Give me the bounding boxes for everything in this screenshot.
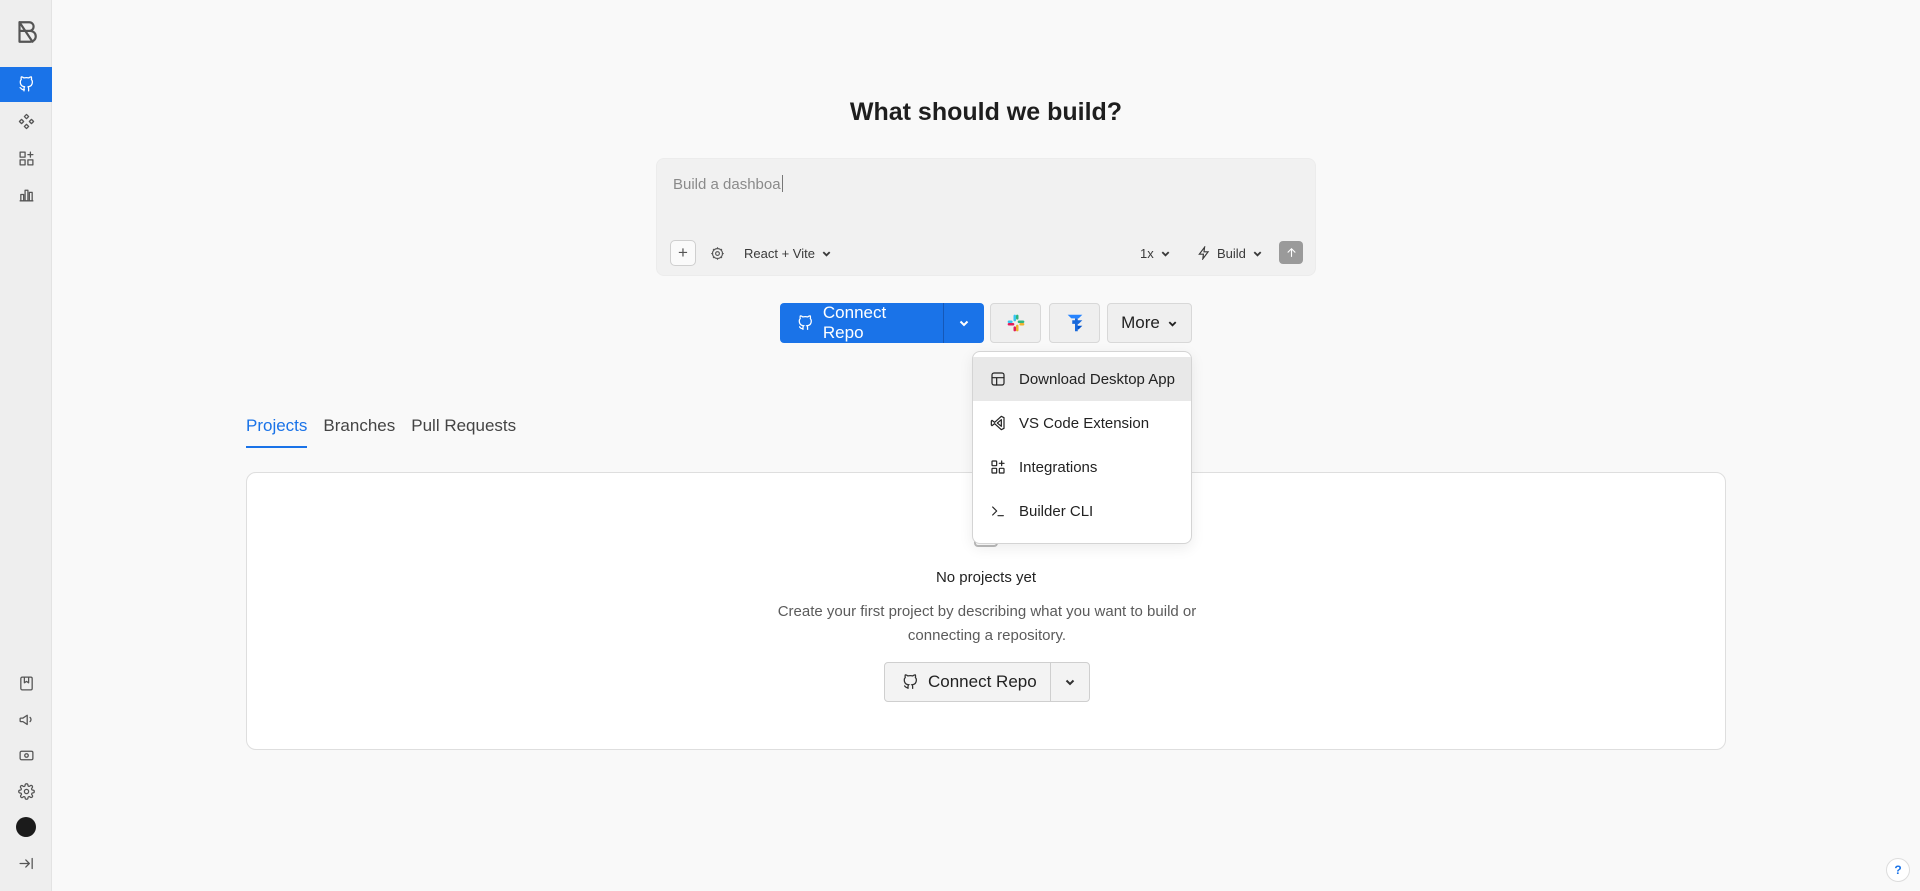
sidebar-item-docs[interactable] <box>0 666 52 700</box>
empty-connect-repo-dropdown-button[interactable] <box>1051 663 1089 701</box>
components-icon <box>18 113 34 129</box>
empty-state-title: No projects yet <box>935 569 1037 586</box>
chevron-down-icon <box>821 248 832 259</box>
sidebar-item-announcements[interactable] <box>0 702 52 736</box>
project-tabs: Projects Branches Pull Requests <box>246 416 516 448</box>
sidebar-collapse-button[interactable] <box>0 846 52 880</box>
avatar-image <box>16 817 36 837</box>
chevron-down-icon <box>1167 318 1178 329</box>
chevron-down-icon <box>958 317 970 329</box>
text-caret <box>781 175 783 192</box>
gear-icon <box>17 782 35 800</box>
empty-connect-repo-split-button: Connect Repo <box>884 662 1090 702</box>
sidebar-item-components[interactable] <box>0 104 52 138</box>
slack-icon <box>1007 314 1024 332</box>
send-button[interactable] <box>1279 241 1303 264</box>
page-title: What should we build? <box>849 98 1123 126</box>
framework-select[interactable]: React + Vite <box>744 243 832 263</box>
integrations-icon <box>991 460 1005 474</box>
menu-item-label: Builder CLI <box>1019 502 1094 520</box>
jira-icon <box>1067 314 1082 332</box>
tab-branches[interactable]: Branches <box>323 416 395 448</box>
empty-state-description: Create your first project by describing … <box>777 603 1197 644</box>
add-attachment-button[interactable]: + <box>670 240 696 266</box>
more-menu: Download Desktop App VS Code Extension I… <box>972 351 1192 544</box>
jira-button[interactable] <box>1049 303 1100 343</box>
apps-icon <box>18 150 34 166</box>
menu-item-vscode-extension[interactable]: VS Code Extension <box>973 401 1191 445</box>
arrow-up-icon <box>1286 247 1296 257</box>
connect-repo-dropdown-button[interactable] <box>944 303 984 343</box>
builder-logo-icon[interactable] <box>0 15 52 49</box>
chevron-down-icon <box>1252 248 1263 259</box>
prompt-input[interactable]: Build a dashboa <box>673 175 783 193</box>
menu-item-builder-cli[interactable]: Builder CLI <box>973 489 1191 533</box>
mode-select[interactable]: Build <box>1197 243 1263 263</box>
github-icon <box>18 76 33 92</box>
vscode-icon <box>990 415 1005 431</box>
empty-connect-repo-label: Connect Repo <box>928 672 1037 691</box>
collapse-arrow-icon <box>18 857 33 869</box>
tab-pull-requests[interactable]: Pull Requests <box>411 416 516 448</box>
multiplier-select[interactable]: 1x <box>1140 243 1171 263</box>
book-icon <box>19 675 33 691</box>
gear-icon <box>710 246 724 260</box>
more-label: More <box>1121 313 1160 332</box>
tab-projects[interactable]: Projects <box>246 416 308 448</box>
prompt-box[interactable]: Build a dashboa + React + Vite 1x Build <box>656 158 1316 276</box>
connect-repo-label: Connect Repo <box>822 303 887 342</box>
github-icon <box>798 314 812 330</box>
bar-chart-icon <box>18 189 34 202</box>
sidebar-item-repos[interactable] <box>0 67 52 102</box>
connect-repo-split-button: Connect Repo <box>780 303 984 343</box>
sidebar-item-settings[interactable] <box>0 774 52 808</box>
slack-button[interactable] <box>990 303 1041 343</box>
empty-connect-repo-button[interactable]: Connect Repo <box>885 663 1051 701</box>
menu-item-label: VS Code Extension <box>1019 414 1150 432</box>
more-button[interactable]: More <box>1107 303 1192 343</box>
sidebar <box>0 0 52 891</box>
terminal-icon <box>992 506 1004 517</box>
help-button[interactable]: ? <box>1886 858 1910 882</box>
megaphone-icon <box>18 714 32 725</box>
multiplier-label: 1x <box>1140 245 1154 261</box>
ticket-icon <box>18 750 34 760</box>
desktop-app-icon <box>991 372 1005 386</box>
menu-item-label: Download Desktop App <box>1019 370 1175 388</box>
menu-item-label: Integrations <box>1019 458 1098 476</box>
github-icon <box>903 673 918 689</box>
sidebar-item-tickets[interactable] <box>0 738 52 772</box>
prompt-text: Build a dashboa <box>673 176 781 193</box>
plus-icon: + <box>678 243 688 262</box>
sidebar-item-apps[interactable] <box>0 141 52 175</box>
avatar[interactable] <box>0 810 52 844</box>
mode-label: Build <box>1217 245 1246 261</box>
menu-item-integrations[interactable]: Integrations <box>973 445 1191 489</box>
prompt-settings-button[interactable] <box>707 243 727 263</box>
chevron-down-icon <box>1064 676 1076 688</box>
framework-label: React + Vite <box>744 245 815 261</box>
lightning-icon <box>1197 246 1211 260</box>
chevron-down-icon <box>1160 248 1171 259</box>
connect-repo-button[interactable]: Connect Repo <box>780 303 944 343</box>
menu-item-download-desktop-app[interactable]: Download Desktop App <box>973 357 1191 401</box>
sidebar-item-analytics[interactable] <box>0 177 52 211</box>
